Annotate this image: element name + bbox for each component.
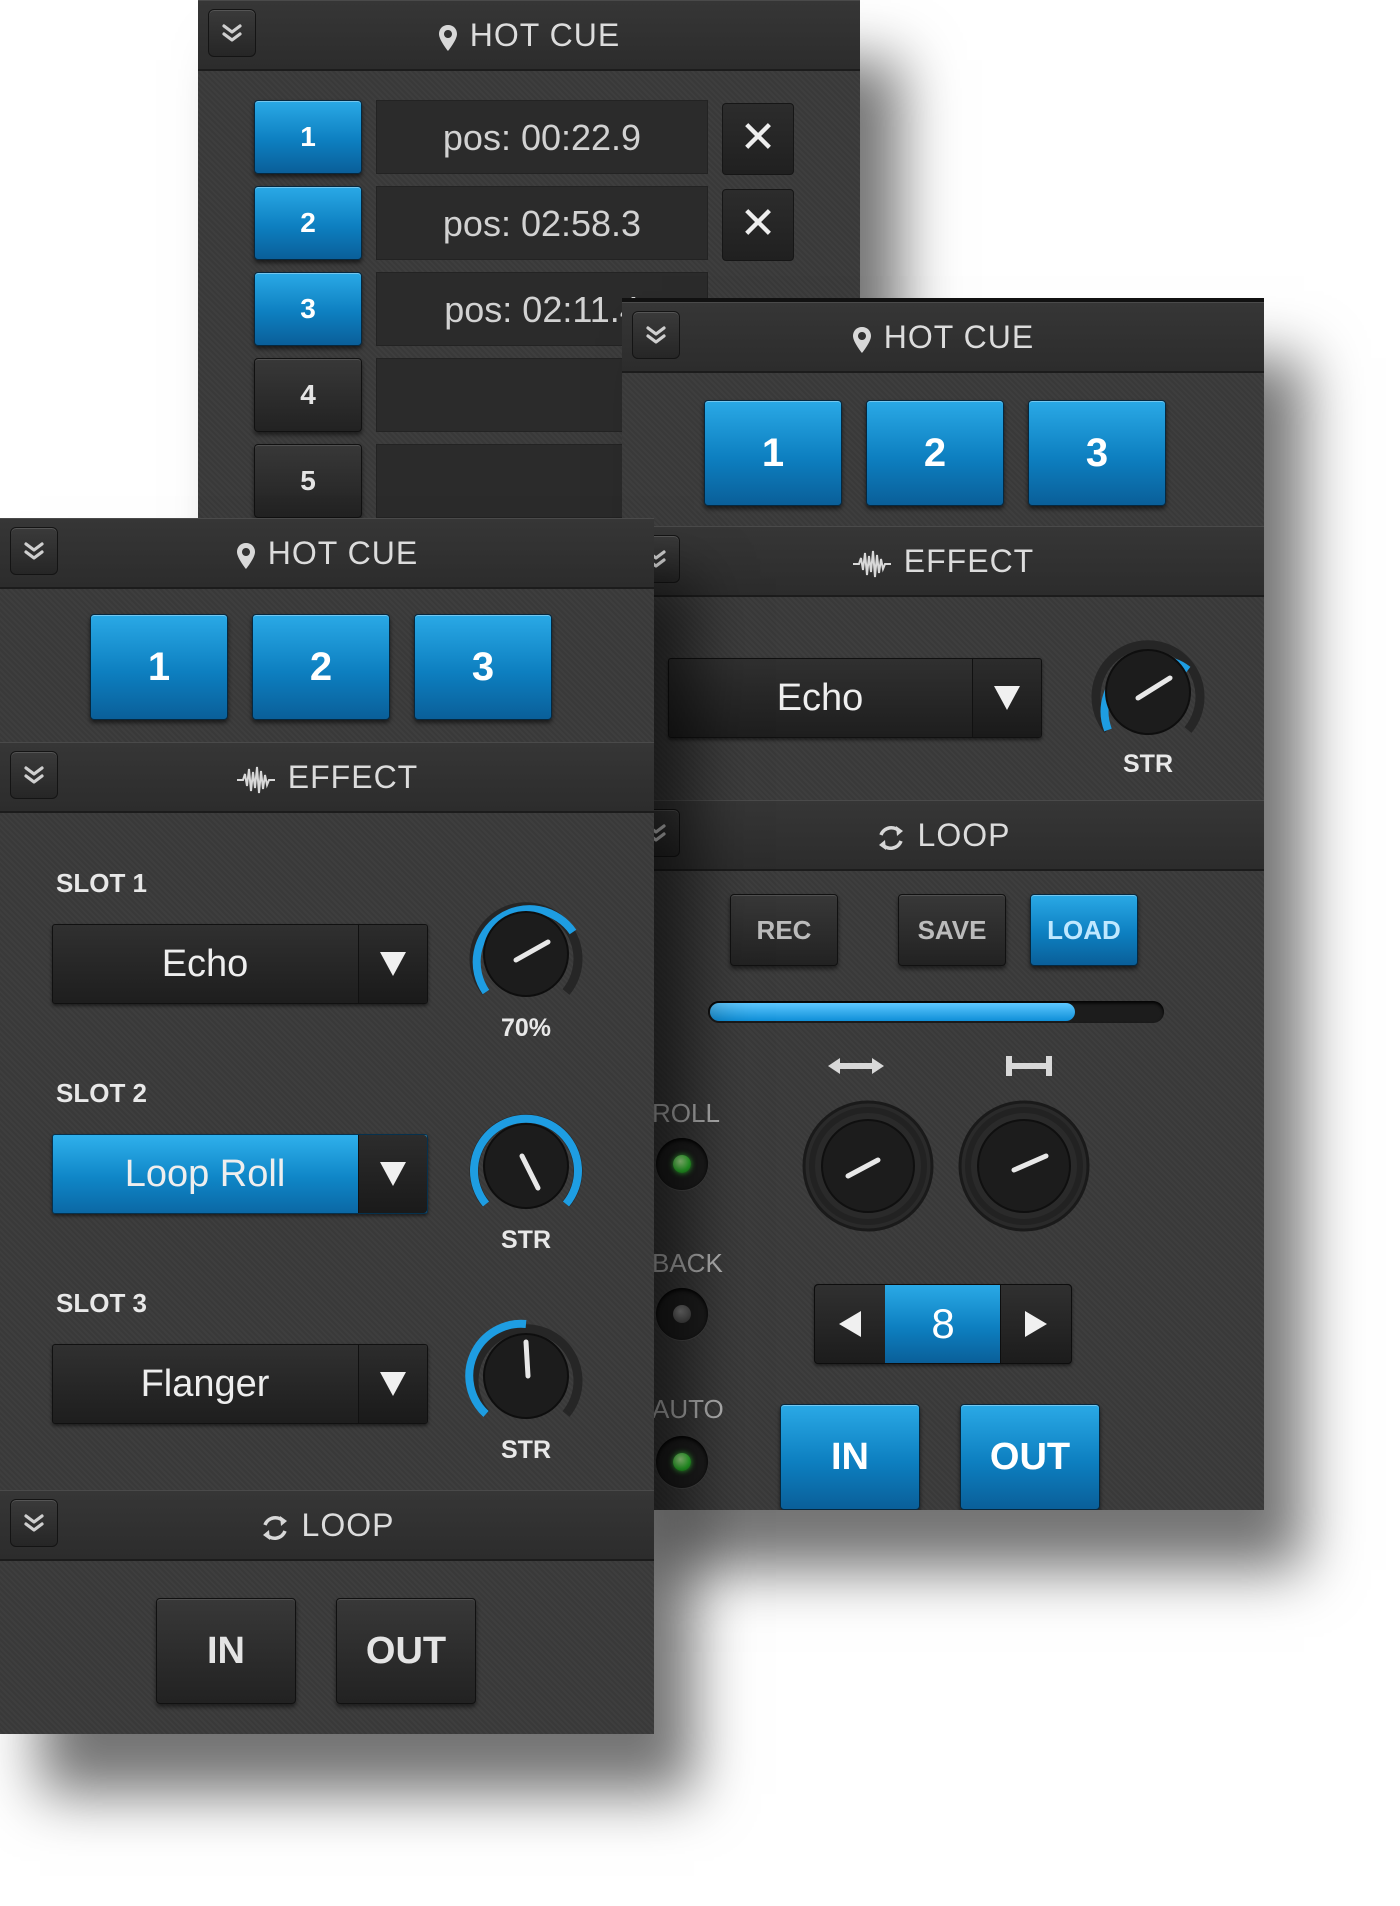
back-led[interactable] — [656, 1288, 708, 1340]
right-effect-knob-label: STR — [1123, 750, 1173, 778]
right-hotcue-title: HOT CUE — [883, 319, 1035, 355]
slot-3-knob[interactable] — [456, 1314, 596, 1434]
clear-cue-1-icon[interactable]: ✕ — [722, 103, 794, 175]
decrease-loop-button[interactable] — [815, 1285, 886, 1363]
slot-3-select[interactable]: Flanger — [52, 1344, 428, 1424]
pin-icon — [852, 326, 872, 354]
back-cue-position-1: pos: 00:22.9 — [376, 100, 708, 174]
back-cue-position-2: pos: 02:58.3 — [376, 186, 708, 260]
right-hotcue-button-3[interactable]: 3 — [1028, 400, 1166, 506]
left-hotcue-button-1[interactable]: 1 — [90, 614, 228, 720]
roll-label: ROLL — [652, 1098, 720, 1128]
back-hotcue-title: HOT CUE — [469, 17, 621, 53]
back-label: BACK — [652, 1248, 723, 1278]
back-cue-button-4[interactable]: 4 — [254, 358, 362, 432]
slot-1-value: Echo — [161, 943, 249, 985]
dropdown-arrow-icon[interactable] — [358, 1135, 427, 1213]
left-hotcue-button-3[interactable]: 3 — [414, 614, 552, 720]
left-loop-out-button[interactable]: OUT — [336, 1598, 476, 1704]
left-hotcue-title: HOT CUE — [267, 535, 419, 571]
auto-label: AUTO — [652, 1394, 724, 1424]
dropdown-arrow-icon[interactable] — [358, 925, 427, 1003]
back-cue-button-2[interactable]: 2 — [254, 186, 362, 260]
right-hotcue-button-2[interactable]: 2 — [866, 400, 1004, 506]
bracket-arrow-icon — [1006, 1056, 1052, 1076]
increase-loop-button[interactable] — [1000, 1285, 1071, 1363]
waveform-icon — [236, 766, 276, 794]
back-cue-button-5[interactable]: 5 — [254, 444, 362, 518]
loop-icon — [876, 823, 906, 853]
right-loop-header: LOOP — [622, 800, 1264, 871]
load-button[interactable]: LOAD — [1030, 894, 1138, 966]
right-loop-out-button[interactable]: OUT — [960, 1404, 1100, 1510]
slot-2-knob-label: STR — [501, 1226, 551, 1254]
back-cue-button-1[interactable]: 1 — [254, 100, 362, 174]
pin-icon — [438, 24, 458, 52]
slot-2-label: SLOT 2 — [56, 1078, 148, 1108]
left-loop-header: LOOP — [0, 1490, 654, 1561]
right-effect-header: EFFECT — [622, 526, 1264, 597]
slot-3-label: SLOT 3 — [56, 1288, 148, 1318]
slot-2-knob[interactable] — [456, 1104, 596, 1224]
slot-1-label: SLOT 1 — [56, 868, 148, 898]
slot-1-select[interactable]: Echo — [52, 924, 428, 1004]
arrow-left-icon — [839, 1311, 861, 1337]
slot-3-knob-label: STR — [501, 1436, 551, 1464]
right-effect-knob[interactable] — [1078, 630, 1218, 750]
left-deck-panel: HOT CUE 1 2 3 EFFECT SLOT 1 Echo 70% SLO… — [0, 518, 654, 1734]
arrow-right-icon — [1025, 1311, 1047, 1337]
right-loop-title: LOOP — [917, 817, 1011, 853]
right-effect-title: EFFECT — [903, 543, 1035, 579]
loop-progress-fill — [710, 1003, 1076, 1021]
left-hotcue-header: HOT CUE — [0, 518, 654, 589]
left-loop-title: LOOP — [301, 1507, 395, 1543]
slot-2-value: Loop Roll — [124, 1153, 286, 1195]
loop-icon — [260, 1513, 290, 1543]
right-loop-in-button[interactable]: IN — [780, 1404, 920, 1510]
loop-length-value: 8 — [885, 1285, 1001, 1363]
right-hotcue-header: HOT CUE — [622, 302, 1264, 373]
slot-2-select[interactable]: Loop Roll — [52, 1134, 428, 1214]
loop-shift-knob[interactable] — [800, 1098, 936, 1234]
dropdown-arrow-icon[interactable] — [358, 1345, 427, 1423]
roll-led[interactable] — [656, 1138, 708, 1190]
loop-length-knob[interactable] — [956, 1098, 1092, 1234]
dropdown-arrow-icon[interactable] — [972, 659, 1041, 737]
right-effect-value: Echo — [776, 677, 864, 719]
right-hotcue-button-1[interactable]: 1 — [704, 400, 842, 506]
left-loop-in-button[interactable]: IN — [156, 1598, 296, 1704]
slot-3-value: Flanger — [140, 1363, 270, 1405]
save-button[interactable]: SAVE — [898, 894, 1006, 966]
slot-1-knob[interactable] — [456, 892, 596, 1012]
auto-led[interactable] — [656, 1436, 708, 1488]
left-effect-header: EFFECT — [0, 742, 654, 813]
back-cue-button-3[interactable]: 3 — [254, 272, 362, 346]
clear-cue-2-icon[interactable]: ✕ — [722, 189, 794, 261]
double-arrow-icon — [828, 1058, 884, 1074]
loop-length-stepper: 8 — [814, 1284, 1072, 1364]
rec-button[interactable]: REC — [730, 894, 838, 966]
loop-progress-bar — [708, 1001, 1164, 1023]
back-hotcue-header: HOT CUE — [198, 0, 860, 71]
left-effect-title: EFFECT — [287, 759, 419, 795]
waveform-icon — [852, 550, 892, 578]
right-effect-select[interactable]: Echo — [668, 658, 1042, 738]
left-hotcue-button-2[interactable]: 2 — [252, 614, 390, 720]
pin-icon — [236, 542, 256, 570]
slot-1-knob-label: 70% — [500, 1014, 552, 1042]
right-deck-panel: HOT CUE 1 2 3 EFFECT Echo STR LOOP REC S… — [622, 298, 1264, 1510]
